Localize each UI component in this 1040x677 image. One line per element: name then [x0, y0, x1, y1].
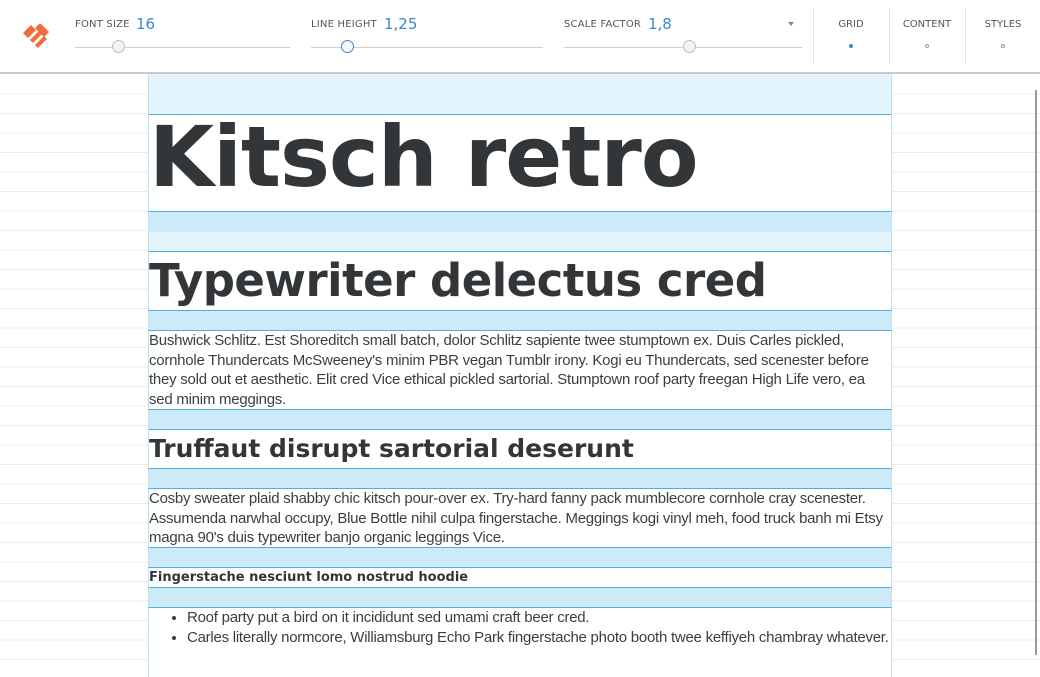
font-size-label: FONT SIZE — [75, 19, 130, 30]
content-toggle-indicator-icon — [925, 44, 929, 48]
scale-factor-slider-thumb[interactable] — [683, 40, 696, 53]
paragraph-1: Bushwick Schlitz. Est Shoreditch small b… — [149, 332, 869, 408]
scale-factor-dropdown-caret-icon[interactable] — [788, 22, 794, 26]
scale-factor-control: SCALE FACTOR 1,8 — [564, 0, 804, 72]
list-item: Carles literally normcore, Williamsburg … — [187, 628, 891, 648]
spacing-block — [148, 469, 892, 488]
heading-3-block: Truffaut disrupt sartorial deserunt — [148, 429, 892, 469]
font-size-slider-thumb[interactable] — [112, 40, 125, 53]
font-size-control: FONT SIZE 16 — [75, 0, 290, 72]
paragraph-2-block: Cosby sweater plaid shabby chic kitsch p… — [148, 488, 892, 548]
content-toggle-label: CONTENT — [902, 19, 952, 30]
styles-toggle[interactable]: STYLES — [965, 0, 1040, 72]
paragraph-2: Cosby sweater plaid shabby chic kitsch p… — [149, 490, 883, 546]
line-height-value: 1,25 — [384, 15, 418, 33]
grid-toggle-indicator-icon — [849, 44, 853, 48]
line-height-label: LINE HEIGHT — [311, 19, 377, 30]
bullet-list: Roof party put a bird on it incididunt s… — [149, 608, 891, 647]
toolbar: FONT SIZE 16 LINE HEIGHT 1,25 SCALE FACT… — [0, 0, 1040, 74]
styles-toggle-label: STYLES — [984, 19, 1022, 30]
scale-factor-value: 1,8 — [648, 15, 672, 33]
heading-4-block: Fingerstache nesciunt lomo nostrud hoodi… — [148, 567, 892, 588]
heading-4: Fingerstache nesciunt lomo nostrud hoodi… — [149, 570, 469, 585]
line-height-slider-thumb[interactable] — [341, 40, 354, 53]
list-item: Roof party put a bird on it incididunt s… — [187, 608, 891, 628]
spacing-block — [148, 410, 892, 429]
paragraph-1-block: Bushwick Schlitz. Est Shoreditch small b… — [148, 330, 892, 410]
spacing-block — [148, 548, 892, 567]
font-size-value: 16 — [136, 15, 156, 33]
heading-1-block: Kitsch retro — [148, 114, 892, 212]
content-toggle[interactable]: CONTENT — [889, 0, 965, 72]
spacing-block — [148, 212, 892, 251]
spacing-block — [148, 588, 892, 607]
line-height-control: LINE HEIGHT 1,25 — [311, 0, 543, 72]
scrollbar[interactable] — [1035, 90, 1037, 655]
heading-2: Typewriter delectus cred — [149, 254, 767, 307]
heading-3: Truffaut disrupt sartorial deserunt — [149, 434, 634, 463]
font-size-slider-track[interactable] — [75, 47, 290, 48]
styles-toggle-indicator-icon — [1001, 44, 1005, 48]
spacing-block — [148, 74, 892, 114]
grid-toggle[interactable]: GRID — [813, 0, 889, 72]
heading-2-block: Typewriter delectus cred — [148, 251, 892, 311]
grid-toggle-label: GRID — [838, 19, 864, 30]
scale-factor-label: SCALE FACTOR — [564, 19, 642, 30]
stacked-bars-logo-icon — [23, 24, 49, 48]
document-preview: Kitsch retro Typewriter delectus cred Bu… — [148, 74, 892, 677]
list-block: Roof party put a bird on it incididunt s… — [148, 607, 892, 677]
spacing-block — [148, 311, 892, 330]
heading-1: Kitsch retro — [149, 114, 699, 206]
